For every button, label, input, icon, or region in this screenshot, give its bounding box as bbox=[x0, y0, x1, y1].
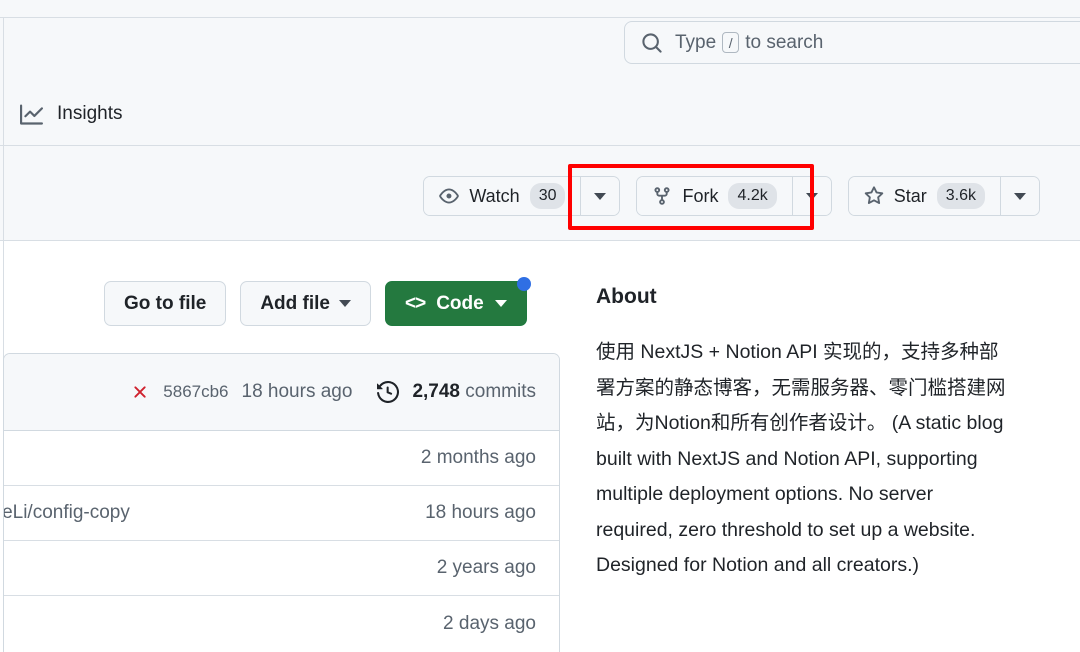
commit-count-number: 2,748 bbox=[412, 381, 460, 402]
chevron-down-icon bbox=[806, 193, 818, 200]
table-row[interactable]: 2 days ago bbox=[4, 596, 559, 651]
code-button[interactable]: <> Code bbox=[385, 281, 527, 326]
star-icon bbox=[864, 186, 884, 206]
commit-count[interactable]: 2,748 commits bbox=[412, 381, 536, 403]
search-placeholder: Type / to search bbox=[675, 32, 823, 54]
divider-actions bbox=[0, 240, 1080, 241]
commit-sha[interactable]: 5867cb6 bbox=[163, 382, 228, 402]
go-to-file-label: Go to file bbox=[124, 293, 206, 315]
file-commit-time: 18 hours ago bbox=[425, 502, 536, 524]
fork-label: Fork bbox=[682, 186, 718, 207]
star-label: Star bbox=[894, 186, 927, 207]
star-button-group[interactable]: Star 3.6k bbox=[848, 176, 1040, 216]
fork-count: 4.2k bbox=[728, 183, 776, 209]
table-row[interactable]: oseLi/config-copy 18 hours ago bbox=[4, 486, 559, 541]
chevron-down-icon bbox=[339, 300, 351, 307]
angle-brackets-icon: <> bbox=[405, 293, 425, 315]
chevron-down-icon bbox=[1014, 193, 1026, 200]
table-row[interactable]: 2 months ago bbox=[4, 431, 559, 486]
about-title: About bbox=[596, 285, 1026, 309]
commit-time: 18 hours ago bbox=[242, 381, 353, 403]
about-section: About 使用 NextJS + Notion API 实现的，支持多种部署方… bbox=[596, 285, 1026, 584]
file-commit-time: 2 months ago bbox=[421, 447, 536, 469]
fork-button-group[interactable]: Fork 4.2k bbox=[636, 176, 831, 216]
add-file-button[interactable]: Add file bbox=[240, 281, 371, 326]
code-label: Code bbox=[436, 293, 484, 315]
new-badge-dot bbox=[517, 277, 531, 291]
add-file-label: Add file bbox=[260, 293, 330, 315]
watch-label: Watch bbox=[469, 186, 519, 207]
chevron-down-icon bbox=[594, 193, 606, 200]
file-toolbar: Go to file Add file <> Code bbox=[104, 281, 527, 326]
file-commit-time: 2 years ago bbox=[437, 557, 536, 579]
github-repo-page: Type / to search Insights Watch 30 bbox=[0, 0, 1080, 652]
chevron-down-icon bbox=[495, 300, 507, 307]
table-row[interactable]: 2 years ago bbox=[4, 541, 559, 596]
star-button[interactable]: Star 3.6k bbox=[849, 177, 1000, 215]
fork-button[interactable]: Fork 4.2k bbox=[637, 177, 791, 215]
star-dropdown-button[interactable] bbox=[1001, 177, 1039, 215]
divider-nav bbox=[0, 145, 1080, 146]
go-to-file-button[interactable]: Go to file bbox=[104, 281, 226, 326]
tab-insights[interactable]: Insights bbox=[20, 97, 122, 131]
file-commit-message[interactable]: oseLi/config-copy bbox=[3, 502, 130, 524]
slash-key-hint: / bbox=[722, 32, 739, 53]
fork-dropdown-button[interactable] bbox=[793, 177, 831, 215]
eye-icon bbox=[439, 186, 459, 206]
file-list-panel: 5867cb6 18 hours ago 2,748 commits 2 mon… bbox=[3, 353, 560, 652]
watch-button-group[interactable]: Watch 30 bbox=[423, 176, 620, 216]
file-commit-time: 2 days ago bbox=[443, 613, 536, 635]
search-input[interactable]: Type / to search bbox=[624, 21, 1080, 64]
search-icon bbox=[641, 32, 663, 54]
watch-button[interactable]: Watch 30 bbox=[424, 177, 580, 215]
x-icon[interactable] bbox=[130, 382, 150, 402]
search-placeholder-suffix: to search bbox=[745, 32, 823, 54]
latest-commit-header: 5867cb6 18 hours ago 2,748 commits bbox=[4, 354, 559, 431]
history-icon bbox=[377, 381, 399, 403]
graph-icon bbox=[20, 103, 43, 126]
watch-dropdown-button[interactable] bbox=[581, 177, 619, 215]
fork-icon bbox=[652, 186, 672, 206]
divider-top bbox=[0, 17, 1080, 18]
repo-actions-row: Watch 30 Fork 4.2k bbox=[0, 176, 1060, 216]
watch-count: 30 bbox=[530, 183, 566, 209]
star-count: 3.6k bbox=[937, 183, 985, 209]
search-placeholder-prefix: Type bbox=[675, 32, 716, 54]
tab-insights-label: Insights bbox=[57, 103, 122, 125]
about-description: 使用 NextJS + Notion API 实现的，支持多种部署方案的静态博客… bbox=[596, 335, 1012, 584]
commit-count-label: commits bbox=[465, 381, 536, 402]
